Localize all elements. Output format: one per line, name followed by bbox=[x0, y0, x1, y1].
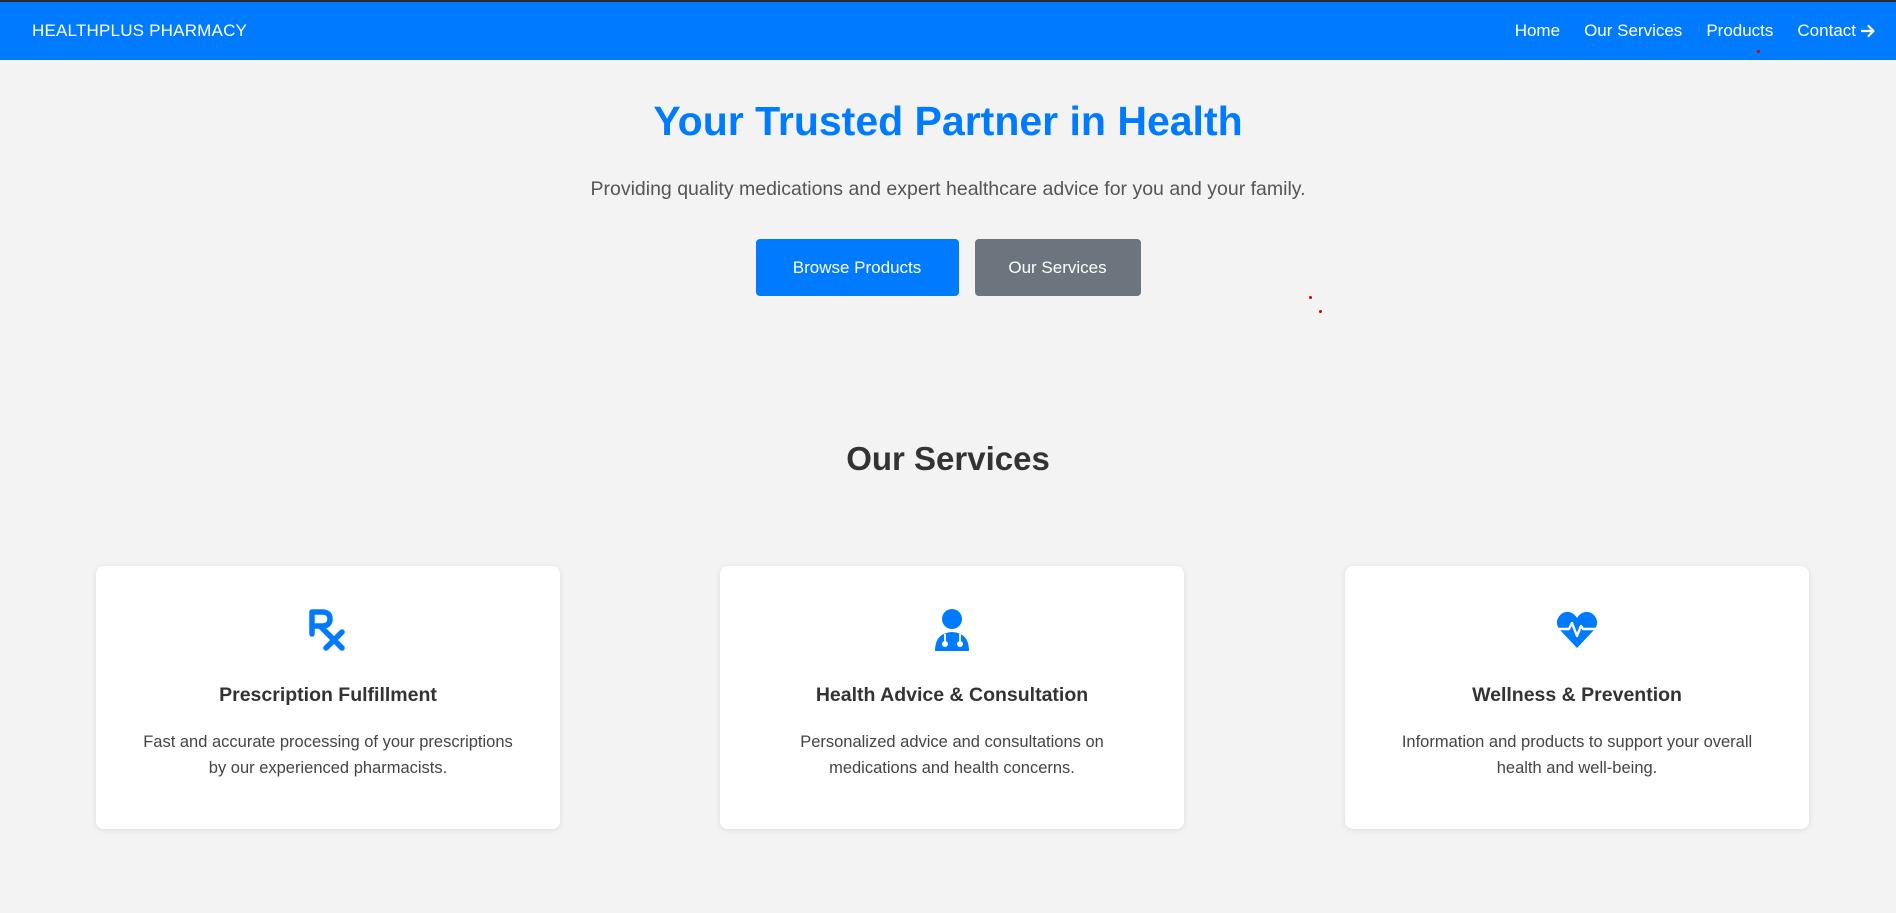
nav-link-products[interactable]: Products bbox=[1706, 21, 1773, 41]
our-services-button[interactable]: Our Services bbox=[974, 239, 1141, 296]
service-card-wellness: Wellness & Prevention Information and pr… bbox=[1345, 566, 1809, 829]
card-description: Personalized advice and consultations on… bbox=[800, 733, 1104, 777]
brand-logo[interactable]: HEALTHPLUS PHARMACY bbox=[32, 21, 247, 41]
card-title: Prescription Fulfillment bbox=[219, 684, 437, 706]
services-section-title: Our Services bbox=[846, 440, 1050, 477]
browse-products-button[interactable]: Browse Products bbox=[755, 239, 959, 296]
doctor-icon bbox=[935, 609, 969, 651]
card-title: Health Advice & Consultation bbox=[815, 684, 1089, 706]
service-card-prescription: Prescription Fulfillment Fast and accura… bbox=[96, 566, 560, 829]
heart-pulse-icon bbox=[1556, 611, 1598, 648]
nav-links: Home Our Services Products Contact bbox=[1491, 21, 1876, 41]
hero-buttons: Browse Products Our Services bbox=[0, 239, 1896, 296]
prescription-rx-icon bbox=[309, 609, 345, 651]
nav-link-our-services[interactable]: Our Services bbox=[1584, 21, 1682, 41]
hero-section: Your Trusted Partner in Health Providing… bbox=[0, 60, 1896, 360]
hero-title: Your Trusted Partner in Health bbox=[653, 98, 1243, 144]
cursor-trail-dot bbox=[1309, 296, 1312, 299]
card-title: Wellness & Prevention bbox=[1472, 684, 1682, 706]
cursor-trail-dot bbox=[1757, 50, 1760, 53]
nav-link-home[interactable]: Home bbox=[1515, 21, 1560, 41]
hero-subtitle: Providing quality medications and expert… bbox=[590, 178, 1306, 200]
cursor-trail-dot bbox=[1319, 310, 1322, 313]
service-card-consultation: Health Advice & Consultation Personalize… bbox=[720, 566, 1184, 829]
navbar: HEALTHPLUS PHARMACY Home Our Services Pr… bbox=[0, 2, 1896, 60]
arrow-right-icon bbox=[1860, 24, 1875, 38]
nav-link-contact[interactable]: Contact bbox=[1797, 21, 1876, 41]
card-description: Fast and accurate processing of your pre… bbox=[143, 733, 513, 777]
nav-link-contact-label: Contact bbox=[1797, 21, 1856, 40]
card-description: Information and products to support your… bbox=[1401, 733, 1753, 777]
